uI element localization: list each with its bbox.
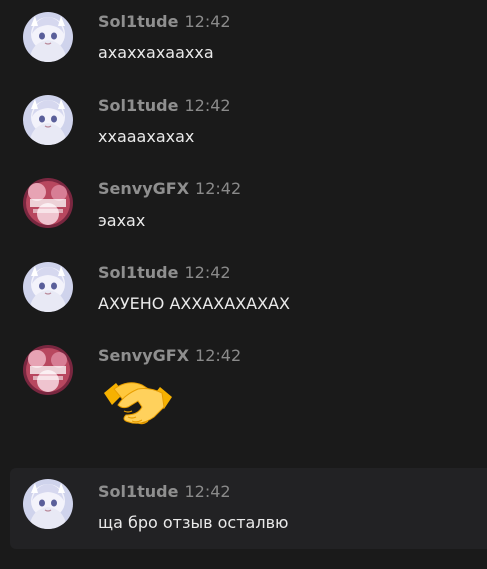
author-name[interactable]: Sol1tude bbox=[98, 482, 178, 501]
message-time: 12:42 bbox=[184, 482, 231, 501]
handshake-emoji-icon bbox=[102, 375, 174, 431]
message-item[interactable]: Sol1tude 12:42 ххааахахах bbox=[10, 90, 487, 170]
author-name[interactable]: SenvyGFX bbox=[98, 179, 189, 198]
message-item[interactable]: Sol1tude 12:42 АХУЕНО АХХАХАХАХАХ bbox=[10, 257, 487, 337]
message-time: 12:42 bbox=[184, 96, 231, 115]
message-item-highlighted[interactable]: Sol1tude 12:42 ща бро отзыв осталвю bbox=[10, 468, 487, 549]
message-author[interactable]: SenvyGFX 12:42 bbox=[98, 346, 241, 365]
author-name[interactable]: Sol1tude bbox=[98, 263, 178, 282]
message-time: 12:42 bbox=[195, 179, 242, 198]
message-text: АХУЕНО АХХАХАХАХАХ bbox=[98, 294, 290, 313]
message-author[interactable]: Sol1tude 12:42 bbox=[98, 12, 231, 31]
message-time: 12:42 bbox=[184, 263, 231, 282]
message-item[interactable]: SenvyGFX 12:42 эахах bbox=[10, 173, 487, 253]
message-time: 12:42 bbox=[195, 346, 242, 365]
message-text: ххааахахах bbox=[98, 127, 195, 146]
author-name[interactable]: Sol1tude bbox=[98, 96, 178, 115]
message-text: ща бро отзыв осталвю bbox=[98, 513, 289, 532]
message-author[interactable]: Sol1tude 12:42 bbox=[98, 263, 231, 282]
author-name[interactable]: SenvyGFX bbox=[98, 346, 189, 365]
message-author[interactable]: Sol1tude 12:42 bbox=[98, 482, 231, 501]
sol1tude-avatar-icon[interactable] bbox=[23, 12, 73, 62]
message-time: 12:42 bbox=[184, 12, 231, 31]
message-item[interactable]: SenvyGFX 12:42 bbox=[10, 340, 487, 435]
senvygfx-avatar-icon[interactable] bbox=[23, 345, 73, 395]
message-author[interactable]: SenvyGFX 12:42 bbox=[98, 179, 241, 198]
message-text: эахах bbox=[98, 211, 146, 230]
senvygfx-avatar-icon[interactable] bbox=[23, 178, 73, 228]
message-author[interactable]: Sol1tude 12:42 bbox=[98, 96, 231, 115]
sol1tude-avatar-icon[interactable] bbox=[23, 262, 73, 312]
message-text: ахаххахааххa bbox=[98, 43, 214, 62]
sol1tude-avatar-icon[interactable] bbox=[23, 95, 73, 145]
author-name[interactable]: Sol1tude bbox=[98, 12, 178, 31]
message-item[interactable]: Sol1tude 12:42 ахаххахааххa bbox=[10, 6, 487, 86]
sol1tude-avatar-icon[interactable] bbox=[23, 479, 73, 529]
chat-message-list: Sol1tude 12:42 ахаххахааххa Sol1tude 12:42… bbox=[0, 0, 487, 569]
